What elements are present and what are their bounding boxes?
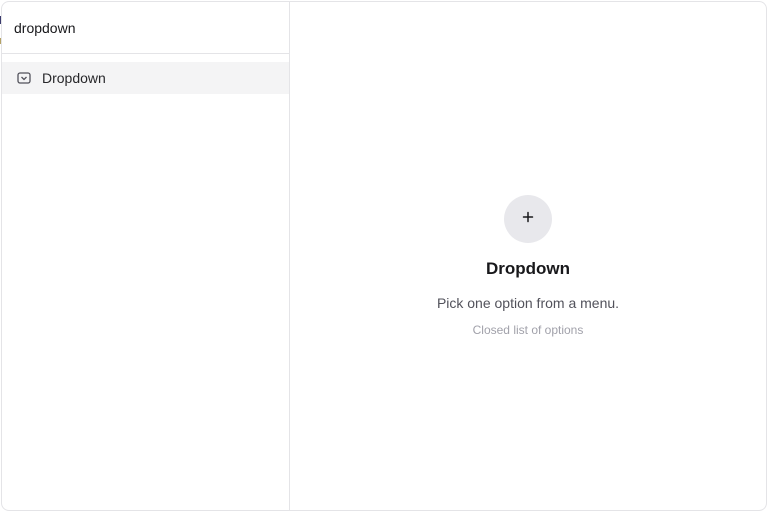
plus-icon [522,210,534,228]
search-bar [2,2,289,54]
dropdown-box-icon [16,70,32,86]
component-subtitle: Closed list of options [472,323,584,337]
sidebar: Dropdown [2,2,290,510]
component-preview: Dropdown Pick one option from a menu. Cl… [437,195,619,337]
list-item-dropdown[interactable]: Dropdown [2,62,289,94]
component-title: Dropdown [485,259,571,278]
list-item-label: Dropdown [42,70,106,86]
search-input[interactable] [14,19,277,36]
add-component-button[interactable] [503,195,552,243]
component-picker-window: Dropdown Dropdown Pick one option from a… [1,1,767,511]
detail-panel: Dropdown Pick one option from a menu. Cl… [290,2,766,510]
results-list: Dropdown [2,54,289,102]
component-description: Pick one option from a menu. [436,295,620,311]
